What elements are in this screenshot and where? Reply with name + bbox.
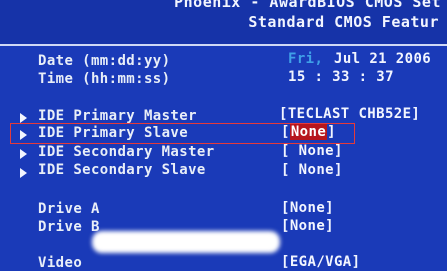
bracket-close: ] [327, 124, 337, 140]
submenu-arrow-icon [20, 113, 27, 123]
video-value[interactable]: [EGA/VGA] [281, 254, 360, 270]
ide-secondary-master-label[interactable]: IDE Secondary Master [38, 144, 215, 160]
drive-b-value[interactable]: [None] [281, 218, 334, 234]
bios-title: Phoenix - AwardBIOS CMOS Set [174, 0, 441, 11]
bios-header: Phoenix - AwardBIOS CMOS Set Standard CM… [0, 0, 447, 44]
drive-a-value[interactable]: [None] [281, 200, 334, 216]
submenu-arrow-icon [20, 130, 27, 140]
ide-primary-master-label[interactable]: IDE Primary Master [38, 108, 197, 124]
ide-secondary-slave-label[interactable]: IDE Secondary Slave [38, 162, 206, 178]
date-day: Fri, [288, 51, 324, 67]
white-smudge [92, 231, 280, 253]
date-value[interactable]: Jul 21 2006 [334, 51, 431, 67]
date-label: Date (mm:dd:yy) [38, 53, 171, 69]
ide-primary-slave-value[interactable]: [None] [281, 124, 336, 140]
ide-primary-master-value[interactable]: [TECLAST CHB52E] [279, 106, 420, 122]
bracket-open: [ [281, 124, 290, 140]
time-value[interactable]: 15 : 33 : 37 [288, 69, 394, 85]
time-label: Time (hh:mm:ss) [38, 71, 171, 87]
submenu-arrow-icon [20, 149, 27, 159]
selected-value[interactable]: None [289, 124, 328, 140]
page-title: Standard CMOS Featur [248, 13, 439, 31]
ide-primary-slave-label[interactable]: IDE Primary Slave [38, 125, 188, 141]
drive-a-label: Drive A [38, 201, 100, 217]
ide-secondary-slave-value[interactable]: [ None] [281, 162, 343, 178]
header-divider [0, 44, 447, 46]
ide-secondary-master-value[interactable]: [ None] [281, 143, 343, 159]
drive-b-label: Drive B [38, 219, 100, 235]
submenu-arrow-icon [20, 168, 27, 178]
video-label: Video [38, 255, 83, 271]
